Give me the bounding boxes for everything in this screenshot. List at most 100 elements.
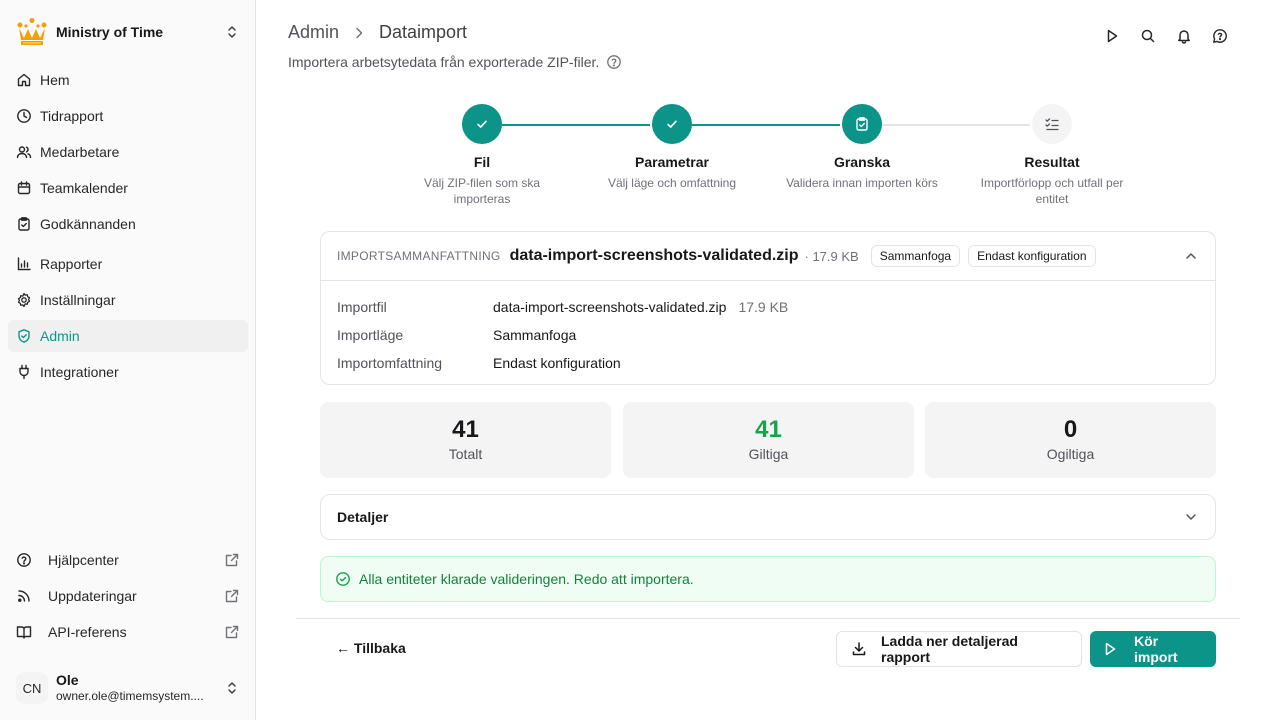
stat-label: Giltiga: [748, 446, 789, 462]
workspace-name: Ministry of Time: [56, 24, 164, 40]
sidebar-item-installningar[interactable]: Inställningar: [8, 284, 248, 316]
run-import-label: Kör import: [1134, 633, 1178, 665]
sidebar-item-label: Hjälpcenter: [48, 552, 119, 568]
back-button[interactable]: ← Tillbaka: [336, 640, 406, 656]
step-desc: Importförlopp och utfall per entitet: [980, 176, 1124, 206]
users-icon: [16, 144, 32, 160]
summary-label: IMPORTSAMMANFATTNING: [337, 249, 501, 263]
summary-row: Importomfattning Endast konfiguration: [337, 349, 1199, 377]
play-icon[interactable]: [1100, 24, 1124, 48]
sidebar-item-label: Tidrapport: [40, 108, 104, 124]
rss-icon: [16, 588, 32, 604]
bell-icon[interactable]: [1172, 24, 1196, 48]
stat-value: 0: [1063, 416, 1078, 443]
sidebar-item-label: Teamkalender: [40, 180, 128, 196]
help-circle-icon: [16, 552, 32, 568]
clock-icon: [16, 108, 32, 124]
summary-value: Sammanfoga: [493, 327, 577, 343]
sidebar-item-tidrapport[interactable]: Tidrapport: [8, 100, 248, 132]
sidebar-item-medarbetare[interactable]: Medarbetare: [8, 136, 248, 168]
clipboard-check-icon: [16, 216, 32, 232]
step-granska: Granska Validera innan importen körs: [772, 104, 952, 191]
check-circle-icon: [335, 571, 351, 587]
list-checks-icon: [1032, 104, 1072, 144]
validation-success-alert: Alla entiteter klarade valideringen. Red…: [320, 556, 1216, 602]
step-fil: Fil Välj ZIP-filen som ska importeras: [392, 104, 572, 207]
summary-key: Importomfattning: [337, 355, 443, 371]
summary-key: Importläge: [337, 327, 404, 343]
check-icon: [652, 104, 692, 144]
step-title: Fil: [473, 154, 491, 170]
step-desc: Välj ZIP-filen som ska importeras: [423, 176, 541, 206]
user-menu[interactable]: CN Ole owner.ole@timemsystem....: [8, 664, 248, 712]
stat-value: 41: [755, 416, 782, 443]
workspace-switcher[interactable]: Ministry of Time: [8, 12, 248, 52]
sidebar: Ministry of Time Hem Tidrapport Medarbet…: [0, 0, 256, 720]
stat-label: Totalt: [448, 446, 483, 462]
stat-value: 41: [452, 416, 479, 443]
sidebar-item-teamkalender[interactable]: Teamkalender: [8, 172, 248, 204]
summary-value: data-import-screenshots-validated.zip: [493, 299, 727, 315]
sidebar-item-label: Inställningar: [40, 292, 116, 308]
sidebar-item-integrationer[interactable]: Integrationer: [8, 356, 248, 388]
step-title: Parametrar: [635, 154, 709, 170]
sidebar-item-label: API-referens: [48, 624, 127, 640]
summary-body: Importfil data-import-screenshots-valida…: [321, 281, 1215, 389]
gear-icon: [16, 292, 32, 308]
summary-value: Endast konfiguration: [493, 355, 621, 371]
avatar: CN: [16, 672, 48, 704]
search-icon[interactable]: [1136, 24, 1160, 48]
user-email: owner.ole@timemsystem....: [56, 689, 204, 703]
chart-icon: [16, 256, 32, 272]
subtitle-text: Importera arbetsytedata från exporterade…: [288, 54, 600, 70]
divider: [296, 618, 1240, 619]
sidebar-item-label: Integrationer: [40, 364, 119, 380]
sidebar-item-api-referens[interactable]: API-referens: [8, 616, 248, 648]
breadcrumb-admin[interactable]: Admin: [288, 22, 339, 43]
import-summary-card: IMPORTSAMMANFATTNING data-import-screens…: [320, 231, 1216, 385]
step-resultat: Resultat Importförlopp och utfall per en…: [962, 104, 1142, 207]
breadcrumb: Admin Dataimport: [288, 22, 467, 43]
plug-icon: [16, 364, 32, 380]
chevron-up-icon[interactable]: [1183, 248, 1199, 264]
external-link-icon: [224, 588, 240, 604]
home-icon: [16, 72, 32, 88]
sidebar-item-label: Uppdateringar: [48, 588, 137, 604]
step-title: Granska: [833, 154, 891, 170]
summary-file-size: · 17.9 KB: [804, 248, 859, 264]
mode-badge: Sammanfoga: [870, 245, 961, 267]
run-import-button[interactable]: Kör import: [1090, 631, 1216, 667]
sidebar-item-godkannanden[interactable]: Godkännanden: [8, 208, 248, 240]
sidebar-item-admin[interactable]: Admin: [8, 320, 248, 352]
main-nav: Hem Tidrapport Medarbetare Teamkalender …: [8, 64, 248, 244]
details-accordion[interactable]: Detaljer: [320, 494, 1216, 540]
external-link-icon: [224, 552, 240, 568]
sidebar-item-uppdateringar[interactable]: Uppdateringar: [8, 580, 248, 612]
check-icon: [462, 104, 502, 144]
sidebar-item-hem[interactable]: Hem: [8, 64, 248, 96]
chevron-right-icon: [351, 25, 367, 41]
step-parametrar: Parametrar Välj läge och omfattning: [582, 104, 762, 191]
sidebar-item-label: Hem: [40, 72, 70, 88]
summary-header[interactable]: IMPORTSAMMANFATTNING data-import-screens…: [321, 232, 1215, 281]
crown-logo-icon: [16, 16, 48, 48]
download-report-button[interactable]: Ladda ner detaljerad rapport: [836, 631, 1082, 667]
breadcrumb-current: Dataimport: [379, 22, 468, 42]
message-help-icon[interactable]: [1208, 24, 1232, 48]
chevrons-up-down-icon: [224, 24, 240, 40]
shield-icon: [16, 328, 32, 344]
sidebar-item-rapporter[interactable]: Rapporter: [8, 248, 248, 280]
stat-label: Ogiltiga: [1046, 446, 1095, 462]
step-title: Resultat: [1024, 154, 1080, 170]
sidebar-item-label: Medarbetare: [40, 144, 120, 160]
external-link-icon: [224, 624, 240, 640]
chevron-down-icon: [1183, 509, 1199, 525]
details-title: Detaljer: [337, 509, 389, 525]
summary-row: Importfil data-import-screenshots-valida…: [337, 293, 1199, 321]
alert-text: Alla entiteter klarade valideringen. Red…: [359, 571, 694, 587]
help-circle-icon[interactable]: [606, 54, 622, 70]
sidebar-item-hjalpcenter[interactable]: Hjälpcenter: [8, 544, 248, 576]
download-report-label: Ladda ner detaljerad rapport: [881, 633, 1018, 665]
sidebar-item-label: Admin: [40, 328, 80, 344]
chevrons-up-down-icon: [224, 680, 240, 696]
